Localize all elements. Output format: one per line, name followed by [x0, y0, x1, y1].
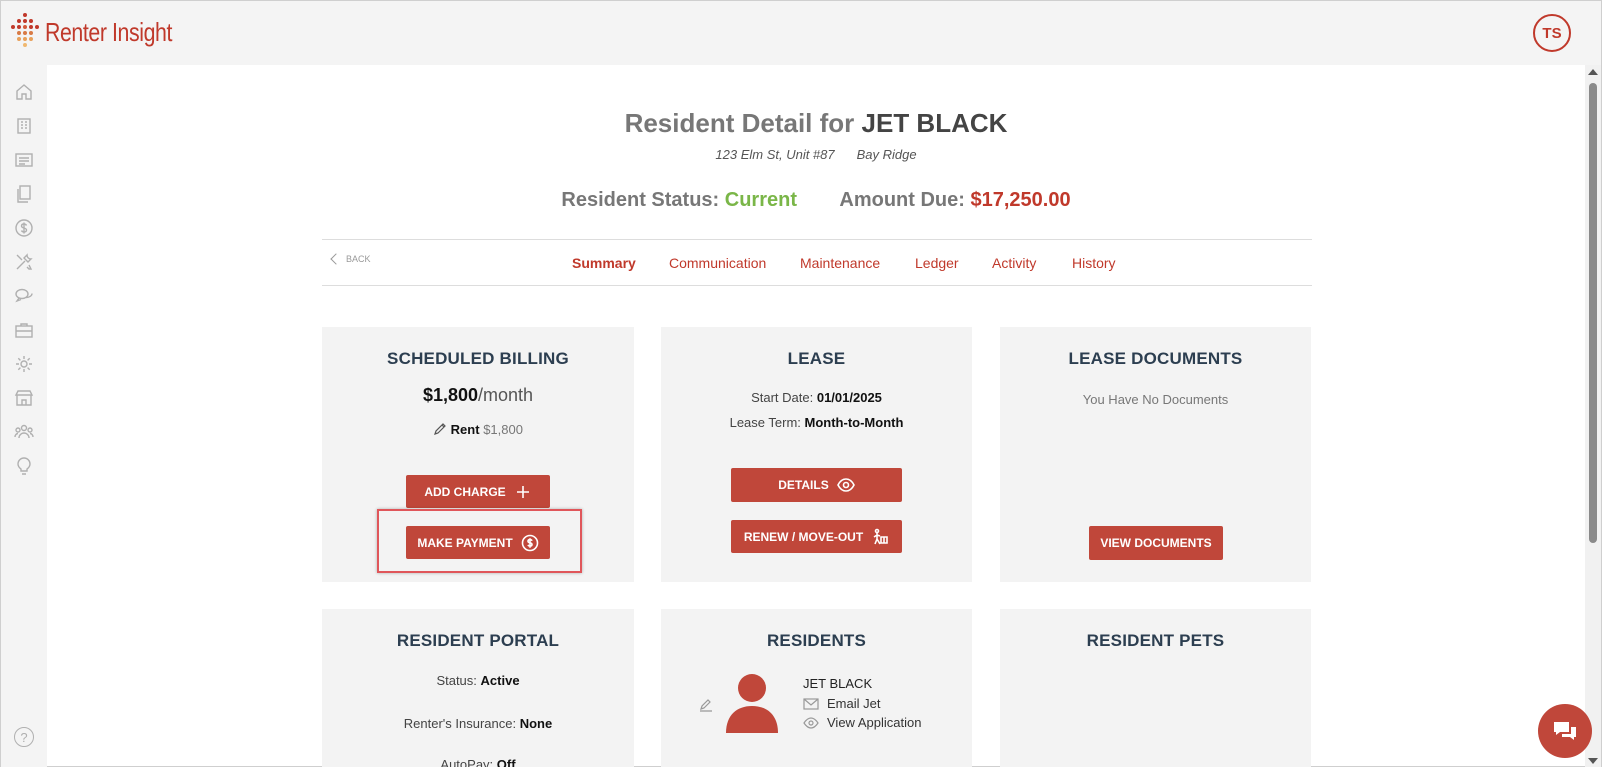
eye-icon: [803, 716, 819, 729]
resident-portal-card: RESIDENT PORTAL Status: Active Renter's …: [322, 609, 634, 767]
address-street: 123 Elm St, Unit #87: [715, 147, 835, 162]
lease-documents-card: LEASE DOCUMENTS You Have No Documents VI…: [1000, 327, 1311, 582]
billing-amount: $1,800/month: [322, 385, 634, 406]
resident-address: 123 Elm St, Unit #87 Bay Ridge: [1, 147, 1602, 162]
resident-avatar-icon: [726, 674, 778, 733]
lease-start-label: Start Date:: [751, 390, 814, 405]
tab-activity[interactable]: Activity: [992, 255, 1036, 271]
details-label: DETAILS: [778, 478, 829, 492]
page-title: Resident Detail for JET BLACK: [1, 108, 1602, 139]
make-payment-highlight: [377, 509, 582, 573]
view-application-label: View Application: [827, 715, 922, 730]
lease-documents-title: LEASE DOCUMENTS: [1068, 349, 1243, 368]
page-title-prefix: Resident Detail for: [624, 108, 855, 138]
insurance-label: Renter's Insurance:: [403, 716, 517, 731]
residents-title: RESIDENTS: [766, 631, 867, 650]
insurance-value: None: [519, 716, 553, 731]
billing-period: /month: [478, 385, 534, 405]
scroll-up-icon[interactable]: [1588, 69, 1598, 75]
rent-amount: $1,800: [483, 422, 523, 437]
add-charge-button[interactable]: ADD CHARGE: [406, 475, 550, 508]
view-application-link[interactable]: View Application: [803, 715, 921, 730]
people-icon[interactable]: [13, 421, 35, 443]
tab-maintenance[interactable]: Maintenance: [800, 255, 880, 271]
rent-line: Rent $1,800: [322, 422, 634, 437]
chat-bubbles-icon: [1554, 722, 1576, 740]
lease-start-line: Start Date: 01/01/2025: [661, 390, 972, 405]
email-resident-link[interactable]: Email Jet: [803, 696, 880, 711]
lease-start-value: 01/01/2025: [816, 390, 882, 405]
resident-portal-title: RESIDENT PORTAL: [396, 631, 560, 650]
back-label: BACK: [346, 254, 371, 264]
dollar-icon[interactable]: [13, 217, 35, 239]
view-documents-label: VIEW DOCUMENTS: [1100, 536, 1212, 550]
envelope-icon: [803, 697, 819, 710]
status-value: Current: [724, 189, 797, 211]
no-documents-text: You Have No Documents: [1082, 392, 1229, 407]
resident-entry-name: JET BLACK: [803, 676, 873, 691]
back-link[interactable]: BACK: [330, 253, 371, 265]
home-icon[interactable]: [13, 81, 35, 103]
sidebar: [1, 65, 47, 767]
lease-term-label: Lease Term:: [729, 415, 801, 430]
amount-due-label: Amount Due:: [839, 189, 965, 211]
app-logo[interactable]: Renter Insight: [11, 13, 200, 51]
lease-term-value: Month-to-Month: [804, 415, 904, 430]
tab-history[interactable]: History: [1072, 255, 1116, 271]
lease-term-line: Lease Term: Month-to-Month: [661, 415, 972, 430]
resident-name: JET BLACK: [861, 108, 1008, 138]
lease-title: LEASE: [787, 349, 846, 368]
scheduled-billing-title: SCHEDULED BILLING: [387, 349, 569, 368]
chat-button[interactable]: [1538, 704, 1592, 758]
renew-move-out-label: RENEW / MOVE-OUT: [743, 529, 864, 544]
logo-mark-icon: [11, 13, 39, 51]
autopay-label: AutoPay:: [440, 757, 494, 767]
tab-ledger[interactable]: Ledger: [915, 255, 959, 271]
chat-icon[interactable]: [13, 285, 35, 307]
move-out-icon: [873, 528, 888, 544]
add-charge-label: ADD CHARGE: [424, 484, 506, 499]
briefcase-icon[interactable]: [13, 319, 35, 341]
status-label: Resident Status:: [561, 189, 720, 211]
amount-due-value: $17,250.00: [970, 189, 1071, 211]
edit-resident-icon[interactable]: [698, 697, 714, 713]
rent-label: Rent: [450, 422, 480, 437]
details-button[interactable]: DETAILS: [731, 468, 902, 502]
page-scrollbar[interactable]: [1585, 65, 1601, 767]
autopay-value: Off: [496, 757, 516, 767]
user-avatar[interactable]: TS: [1533, 14, 1571, 52]
gear-icon[interactable]: [13, 353, 35, 375]
tab-summary[interactable]: Summary: [572, 255, 636, 271]
eye-icon: [836, 478, 855, 492]
chevron-left-icon: [330, 253, 342, 265]
resident-pets-card: RESIDENT PETS: [1000, 609, 1311, 767]
lightbulb-icon[interactable]: [13, 455, 35, 477]
view-documents-button[interactable]: VIEW DOCUMENTS: [1089, 526, 1223, 560]
address-neighborhood: Bay Ridge: [856, 147, 917, 162]
autopay-line: AutoPay: Off: [322, 757, 634, 767]
renew-move-out-button[interactable]: RENEW / MOVE-OUT: [731, 520, 902, 553]
resident-tabs: BACK Summary Communication Maintenance L…: [322, 239, 1312, 286]
residents-card: RESIDENTS JET BLACK Email Jet View Appli…: [661, 609, 972, 767]
plus-icon: [516, 485, 529, 498]
store-icon[interactable]: [13, 387, 35, 409]
portal-status-value: Active: [480, 673, 520, 688]
lease-card: LEASE Start Date: 01/01/2025 Lease Term:…: [661, 327, 972, 582]
tools-icon[interactable]: [13, 251, 35, 273]
top-bar: Renter Insight TS: [1, 1, 1601, 65]
insurance-line: Renter's Insurance: None: [322, 716, 634, 731]
portal-status-label: Status:: [436, 673, 477, 688]
resident-pets-title: RESIDENT PETS: [1086, 631, 1225, 650]
app-name: Renter Insight: [45, 16, 172, 47]
portal-status-line: Status: Active: [322, 673, 634, 688]
tab-communication[interactable]: Communication: [669, 255, 766, 271]
scroll-down-icon[interactable]: [1588, 758, 1598, 764]
email-resident-label: Email Jet: [827, 696, 881, 711]
status-line: Resident Status: Current Amount Due: $17…: [1, 189, 1602, 212]
billing-amount-value: $1,800: [422, 385, 479, 405]
pencil-icon[interactable]: [433, 422, 447, 436]
help-icon[interactable]: ?: [14, 727, 34, 747]
